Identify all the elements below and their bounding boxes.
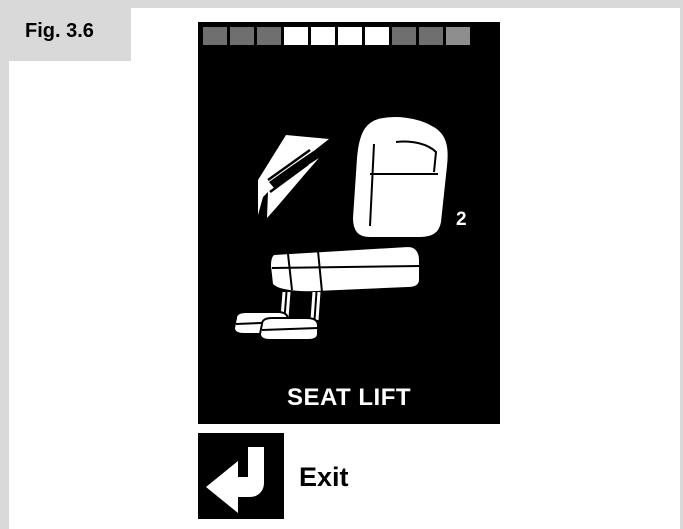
return-arrow-icon xyxy=(206,447,264,513)
screen-title: SEAT LIFT xyxy=(286,384,412,411)
figure-label-box: Fig. 3.6 xyxy=(9,8,131,61)
display-screen: 2 SEAT LIFT xyxy=(198,22,500,424)
exit-label: Exit xyxy=(299,462,349,492)
exit-button[interactable] xyxy=(198,433,284,519)
figure-label: Fig. 3.6 xyxy=(25,20,94,42)
up-down-arrow-icon xyxy=(258,135,329,218)
seat-lift-graphic xyxy=(232,115,450,341)
seat-number: 2 xyxy=(456,209,467,230)
seat-icon xyxy=(232,115,450,341)
